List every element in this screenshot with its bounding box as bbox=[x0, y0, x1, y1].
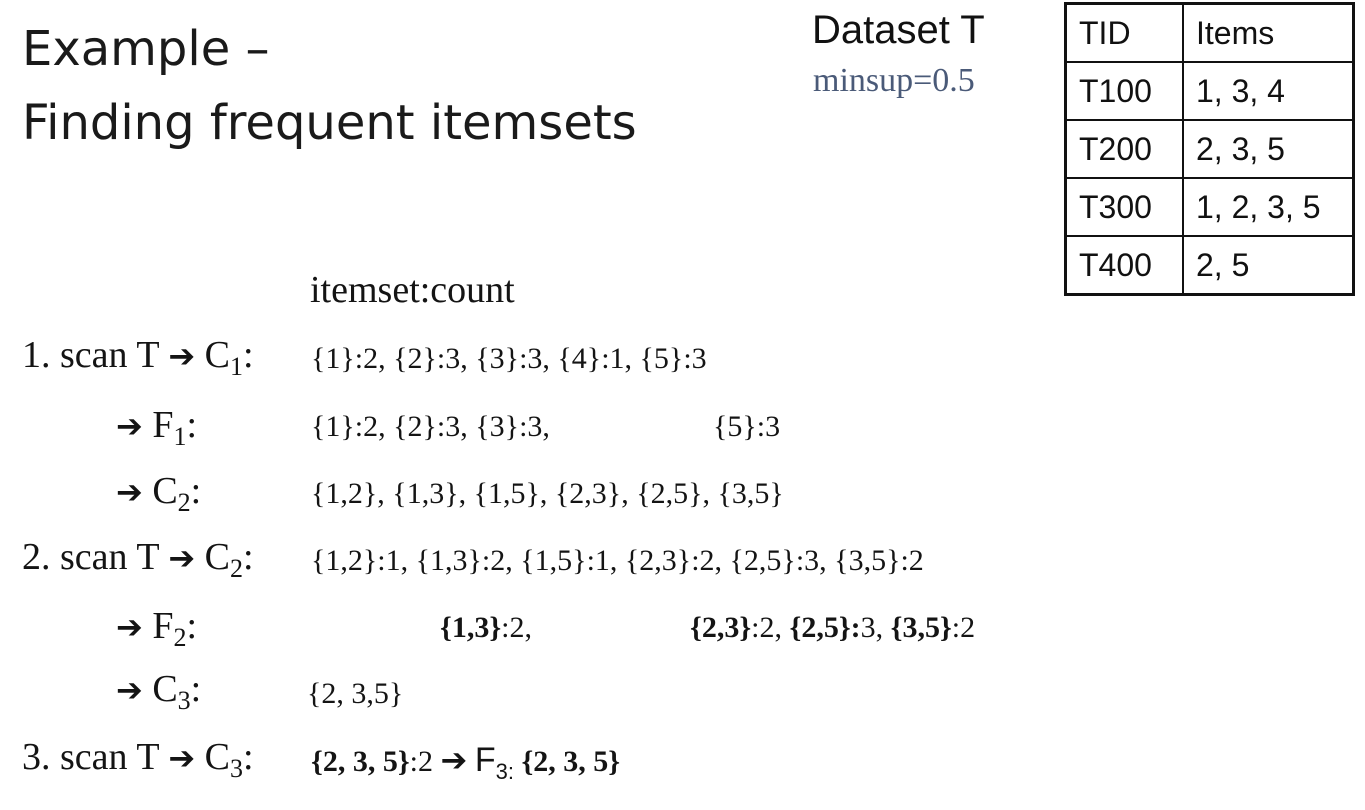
items-cell: 2, 3, 5 bbox=[1182, 119, 1355, 179]
f2-itemsets-rest: {2,3}:2, {2,5}:3, {3,5}:2 bbox=[690, 611, 976, 644]
arrow-right-icon: ➔ bbox=[168, 539, 196, 577]
f1-values-a: {1}:2, {2}:3, {3}:3, bbox=[311, 410, 550, 443]
step3-prefix: 3. scan T bbox=[22, 736, 159, 778]
c3-label-group: ➔ C3: bbox=[116, 665, 201, 714]
c3-scan-colon: : bbox=[243, 736, 254, 778]
f3-label: F bbox=[474, 741, 496, 779]
c2-count-values: {1,2}:1, {1,3}:2, {1,5}:1, {2,3}:2, {2,5… bbox=[311, 544, 924, 577]
table-header-row: TID Items bbox=[1064, 2, 1355, 63]
c2-values: {1,2}, {1,3}, {1,5}, {2,3}, {2,5}, {3,5} bbox=[311, 477, 784, 510]
c2-label: C bbox=[152, 470, 178, 512]
table-row: T300 1, 2, 3, 5 bbox=[1064, 177, 1355, 237]
column-header-tid: TID bbox=[1064, 2, 1184, 63]
itemset-count-header: itemset:count bbox=[310, 269, 515, 311]
c3-scan-label: C bbox=[204, 736, 231, 778]
f2-subscript: 2 bbox=[173, 623, 187, 652]
c2-scan-subscript: 2 bbox=[230, 554, 244, 583]
f1-colon: : bbox=[186, 404, 198, 446]
slide-title-line1: Example – bbox=[22, 21, 270, 77]
arrow-right-icon: ➔ bbox=[116, 608, 143, 646]
f1-label: F bbox=[152, 404, 174, 446]
tid-cell: T200 bbox=[1064, 119, 1184, 179]
arrow-right-icon: ➔ bbox=[116, 407, 143, 445]
dataset-table: TID Items T100 1, 3, 4 T200 2, 3, 5 T300… bbox=[1064, 2, 1355, 296]
f2-label-group: ➔ F2: bbox=[116, 602, 197, 651]
f3-subscript: 3: bbox=[495, 759, 514, 784]
c3-subscript: 3 bbox=[177, 686, 191, 715]
table-row: T100 1, 3, 4 bbox=[1064, 61, 1355, 121]
arrow-right-icon: ➔ bbox=[116, 671, 143, 709]
c3-label: C bbox=[152, 668, 178, 710]
step2-label: 2. scan T ➔ C2: bbox=[22, 533, 254, 582]
c3-values: {2, 3,5} bbox=[307, 677, 404, 710]
minsup-label: minsup=0.5 bbox=[813, 62, 975, 99]
c1-values: {1}:2, {2}:3, {3}:3, {4}:1, {5}:3 bbox=[311, 342, 707, 375]
c2-scan-label: C bbox=[204, 536, 231, 578]
c1-subscript: 1 bbox=[230, 352, 244, 381]
step3-result: {2, 3, 5}:2 ➔ F3: {2, 3, 5} bbox=[311, 741, 621, 784]
c2-colon: : bbox=[190, 470, 202, 512]
tid-cell: T400 bbox=[1064, 235, 1184, 296]
f2-colon: : bbox=[186, 605, 198, 647]
f2-label: F bbox=[152, 605, 174, 647]
arrow-right-icon: ➔ bbox=[116, 473, 143, 511]
c3-colon: : bbox=[190, 668, 202, 710]
f1-label-group: ➔ F1: bbox=[116, 401, 197, 450]
table-row: T200 2, 3, 5 bbox=[1064, 119, 1355, 179]
step1-label: 1. scan T ➔ C1: bbox=[22, 331, 254, 380]
f2-itemset: {1,3}:2, bbox=[440, 611, 532, 644]
dataset-title: Dataset T bbox=[812, 8, 985, 52]
items-cell: 2, 5 bbox=[1182, 235, 1355, 296]
arrow-right-icon: ➔ bbox=[168, 739, 196, 777]
items-cell: 1, 2, 3, 5 bbox=[1182, 177, 1355, 237]
step1-prefix: 1. scan T bbox=[22, 334, 159, 376]
arrow-right-icon: ➔ bbox=[168, 337, 196, 375]
items-cell: 1, 3, 4 bbox=[1182, 61, 1355, 121]
f1-subscript: 1 bbox=[173, 422, 187, 451]
column-header-items: Items bbox=[1182, 2, 1355, 63]
tid-cell: T100 bbox=[1064, 61, 1184, 121]
slide-title-line2: Finding frequent itemsets bbox=[22, 95, 637, 151]
step2-prefix: 2. scan T bbox=[22, 536, 159, 578]
c2-subscript: 2 bbox=[177, 488, 191, 517]
c2-label-group: ➔ C2: bbox=[116, 467, 201, 516]
table-row: T400 2, 5 bbox=[1064, 235, 1355, 296]
tid-cell: T300 bbox=[1064, 177, 1184, 237]
f1-values-b: {5}:3 bbox=[713, 410, 781, 443]
c2-scan-colon: : bbox=[243, 536, 254, 578]
c1-colon: : bbox=[243, 334, 254, 376]
c3-scan-subscript: 3 bbox=[230, 754, 244, 783]
arrow-right-icon: ➔ bbox=[440, 741, 468, 779]
step3-label: 3. scan T ➔ C3: bbox=[22, 733, 254, 782]
c1-label: C bbox=[204, 334, 231, 376]
